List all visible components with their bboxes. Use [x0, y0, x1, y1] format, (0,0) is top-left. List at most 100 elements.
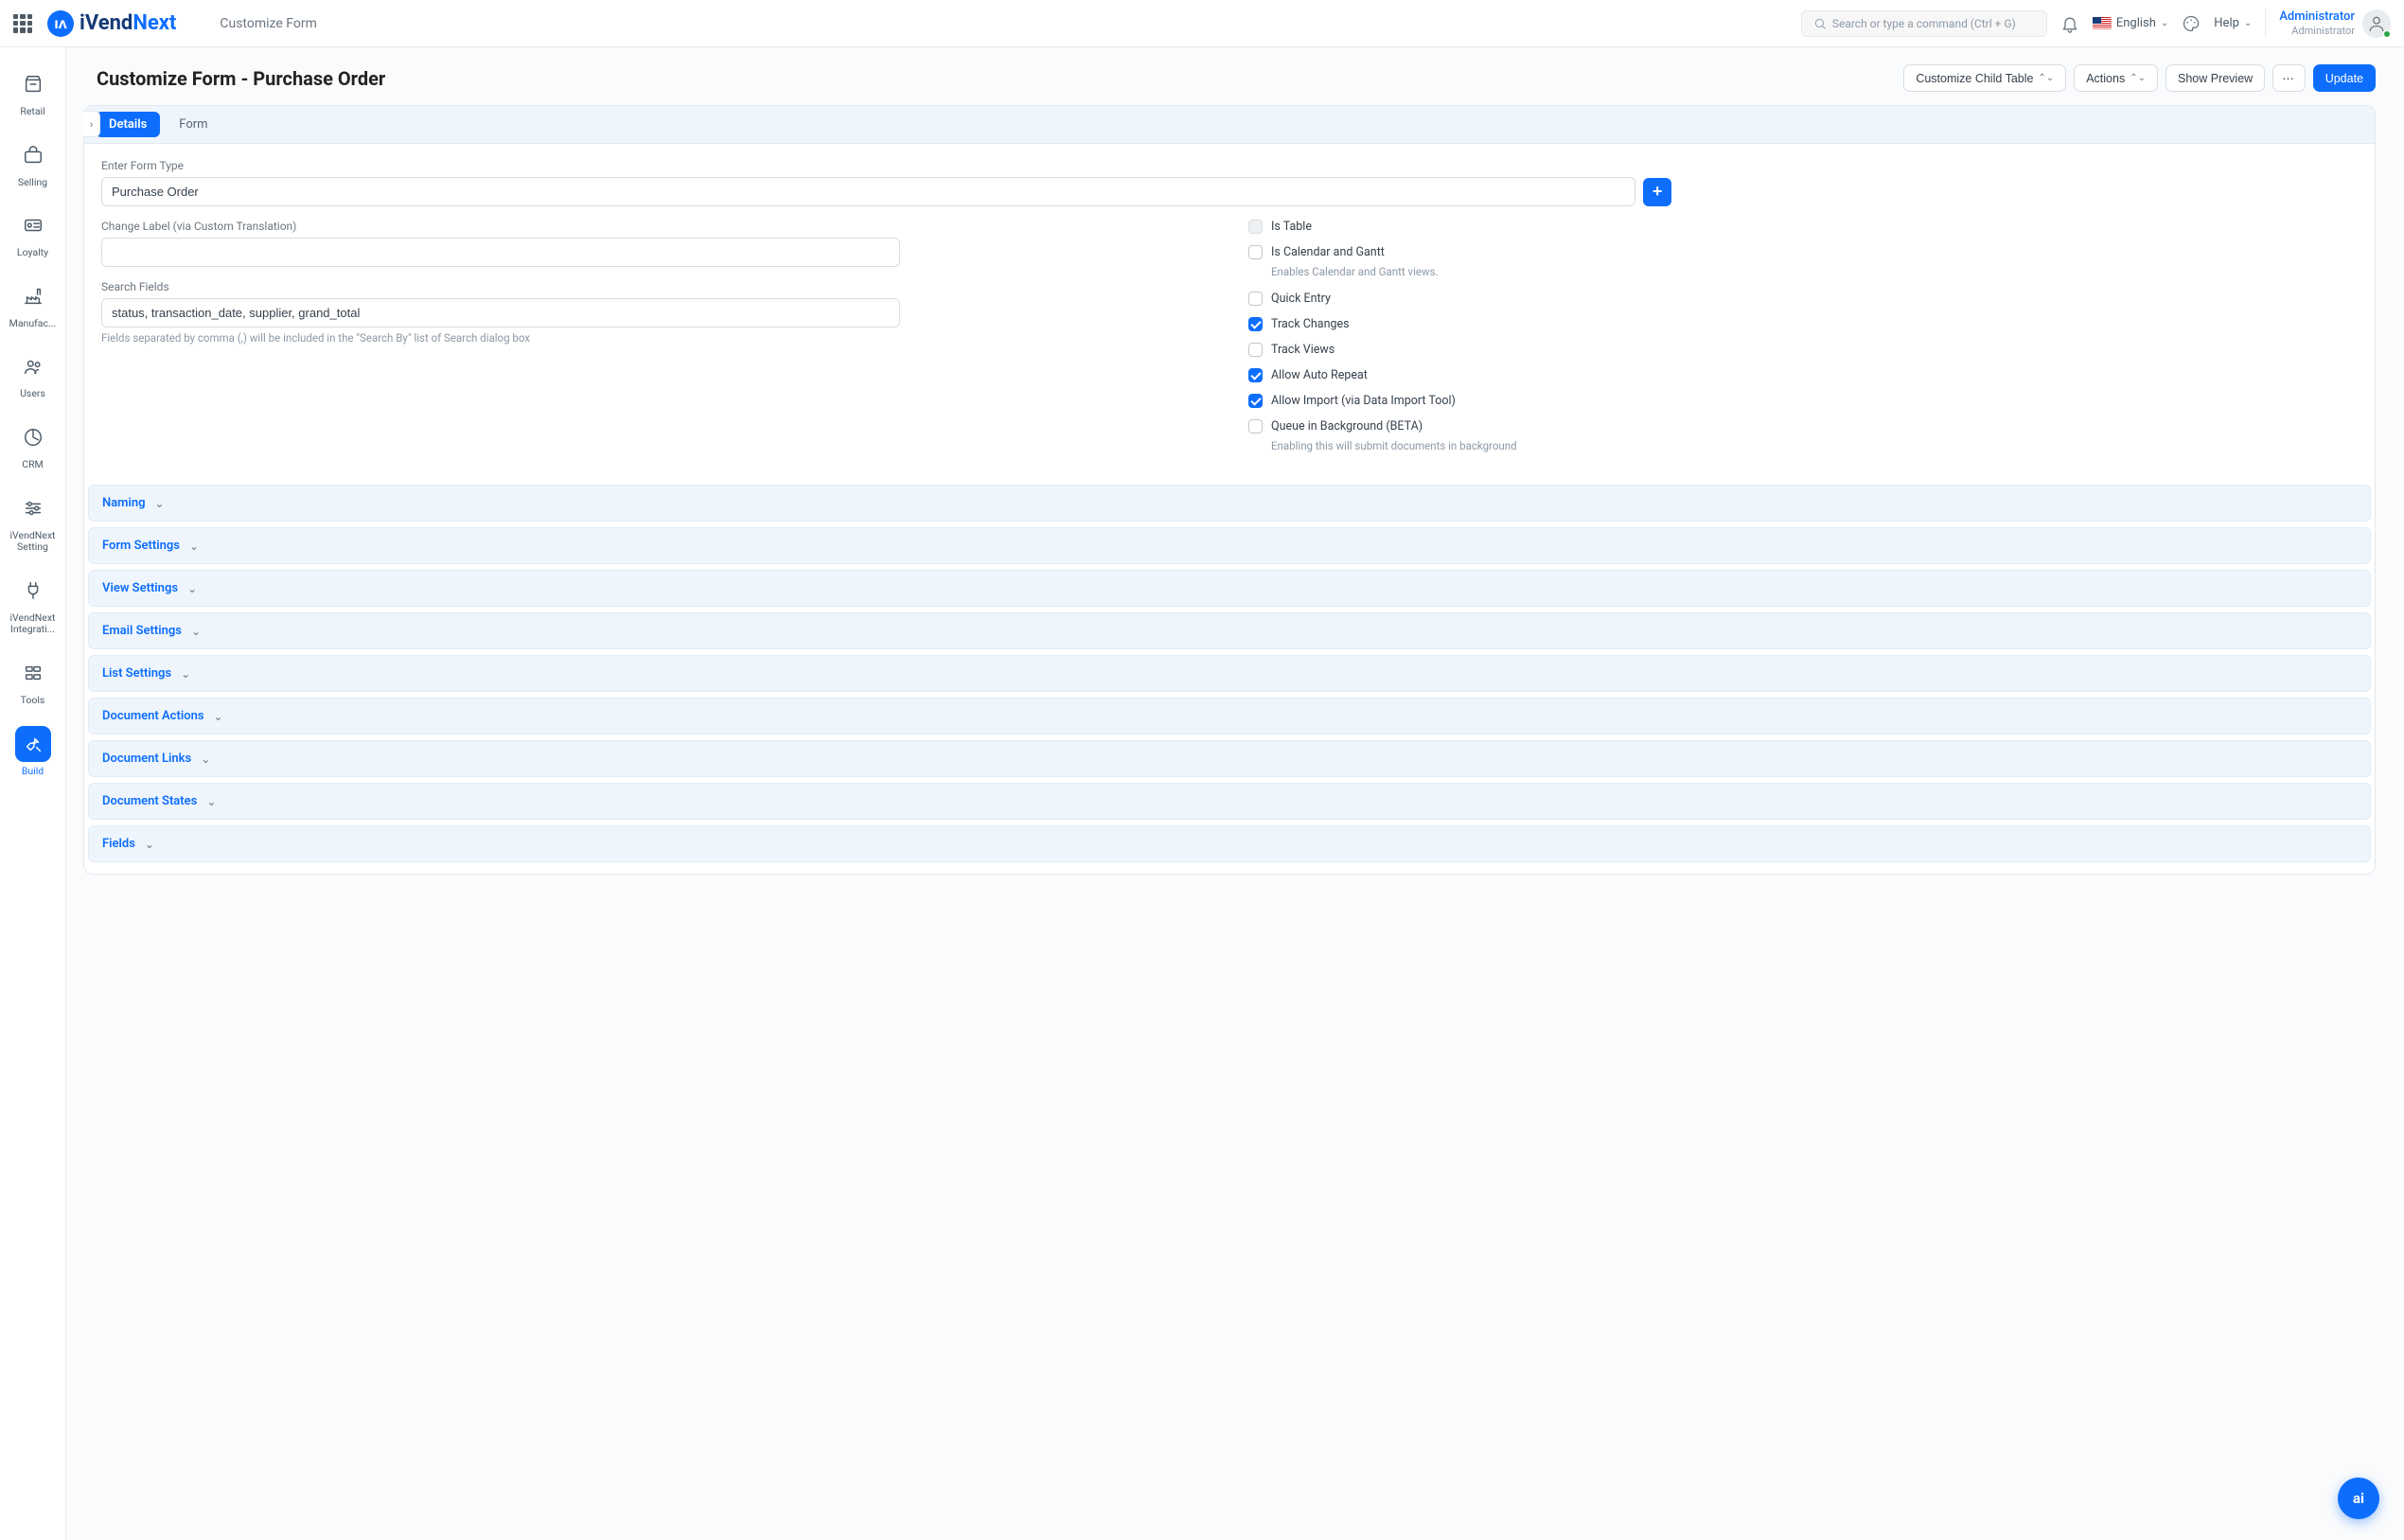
sidebar-item-label: CRM — [22, 459, 43, 471]
field-search-fields: Search Fields Fields separated by comma … — [101, 280, 1211, 345]
sidebar-item-retail[interactable]: Retail — [0, 57, 65, 128]
change-label-input[interactable] — [101, 238, 900, 267]
user-menu[interactable]: Administrator Administrator — [2265, 9, 2391, 38]
check-quick-entry[interactable]: Quick Entry — [1248, 292, 2358, 306]
topbar: ıʌ iVendNext Customize Form Search or ty… — [0, 0, 2404, 47]
brand-prefix: iVend — [80, 11, 133, 35]
sidebar-item-manufacturing[interactable]: Manufac... — [0, 269, 65, 340]
brand-logo[interactable]: ıʌ iVendNext — [47, 10, 176, 37]
sidebar-item-label: Selling — [18, 177, 47, 189]
user-role: Administrator — [2279, 25, 2355, 37]
language-switcher[interactable]: English ⌄ — [2093, 16, 2168, 30]
sidebar-item-tools[interactable]: Tools — [0, 646, 65, 717]
page-title: Customize Form - Purchase Order — [97, 67, 385, 90]
collapsible-sections: Naming ⌄ Form Settings ⌄ View Settings ⌄… — [84, 485, 2375, 874]
sidebar-item-label: Manufac... — [9, 318, 57, 330]
sidebar-item-selling[interactable]: Selling — [0, 128, 65, 199]
notifications-icon[interactable] — [2060, 14, 2079, 33]
sidebar-item-label: iVendNext Integrati... — [2, 612, 63, 636]
checkbox-is-table — [1248, 220, 1263, 234]
section-email-settings[interactable]: Email Settings ⌄ — [88, 612, 2371, 649]
section-document-links[interactable]: Document Links ⌄ — [88, 740, 2371, 777]
tab-form[interactable]: Form — [166, 112, 221, 137]
form-type-label: Enter Form Type — [101, 159, 2358, 172]
checkbox-allow-auto-repeat[interactable] — [1248, 368, 1263, 382]
page-actions: Customize Child Table ⌃⌄ Actions ⌃⌄ Show… — [1903, 64, 2376, 92]
breadcrumb[interactable]: Customize Form — [220, 16, 317, 31]
add-form-type-button[interactable]: + — [1643, 178, 1671, 206]
sidebar-item-label: Build — [22, 766, 44, 778]
section-title: Fields — [102, 837, 135, 851]
check-label: Allow Import (via Data Import Tool) — [1271, 394, 1456, 408]
presence-dot-icon — [2383, 30, 2391, 38]
ai-assistant-fab[interactable]: ai — [2338, 1478, 2379, 1519]
sidebar-item-loyalty[interactable]: Loyalty — [0, 198, 65, 269]
sidebar-item-ivendnext-integrations[interactable]: iVendNext Integrati... — [0, 563, 65, 646]
section-document-states[interactable]: Document States ⌄ — [88, 783, 2371, 820]
change-label-label: Change Label (via Custom Translation) — [101, 220, 1211, 233]
chevron-down-icon: ⌄ — [206, 795, 216, 808]
section-view-settings[interactable]: View Settings ⌄ — [88, 570, 2371, 607]
global-search[interactable]: Search or type a command (Ctrl + G) — [1801, 10, 2047, 37]
check-is-calendar[interactable]: Is Calendar and Gantt — [1248, 245, 2358, 259]
users-icon — [15, 348, 51, 384]
manufacturing-icon — [15, 278, 51, 314]
customize-child-table-button[interactable]: Customize Child Table ⌃⌄ — [1903, 64, 2066, 92]
check-is-table: Is Table — [1248, 220, 2358, 234]
avatar — [2362, 9, 2391, 38]
language-label: English — [2116, 16, 2156, 30]
check-allow-import[interactable]: Allow Import (via Data Import Tool) — [1248, 394, 2358, 408]
chevron-down-icon: ⌄ — [201, 752, 210, 766]
check-queue-bg[interactable]: Queue in Background (BETA) — [1248, 419, 2358, 434]
expand-handle[interactable]: › — [83, 111, 100, 137]
chevron-down-icon: ⌄ — [187, 582, 197, 595]
help-label: Help — [2214, 16, 2239, 30]
checkbox-quick-entry[interactable] — [1248, 292, 1263, 306]
section-title: View Settings — [102, 581, 178, 595]
sidebar-item-crm[interactable]: CRM — [0, 410, 65, 481]
retail-icon — [15, 66, 51, 102]
section-title: Document Links — [102, 752, 191, 766]
plug-icon — [15, 573, 51, 609]
section-list-settings[interactable]: List Settings ⌄ — [88, 655, 2371, 692]
user-text: Administrator Administrator — [2279, 9, 2355, 37]
section-fields[interactable]: Fields ⌄ — [88, 825, 2371, 862]
tools-icon — [15, 655, 51, 691]
crm-icon — [15, 419, 51, 455]
check-allow-auto-repeat[interactable]: Allow Auto Repeat — [1248, 368, 2358, 382]
fab-label: ai — [2353, 1490, 2364, 1507]
queue-bg-help: Enabling this will submit documents in b… — [1271, 439, 2358, 452]
sidebar-item-label: Users — [20, 388, 45, 400]
chevron-down-icon: ⌄ — [155, 497, 165, 510]
actions-button[interactable]: Actions ⌃⌄ — [2074, 64, 2158, 92]
checkbox-track-changes[interactable] — [1248, 317, 1263, 331]
help-menu[interactable]: Help ⌄ — [2214, 16, 2252, 30]
form-type-input[interactable] — [101, 177, 1635, 206]
checkbox-is-calendar[interactable] — [1248, 245, 1263, 259]
checkbox-allow-import[interactable] — [1248, 394, 1263, 408]
checkbox-queue-bg[interactable] — [1248, 419, 1263, 434]
sidebar-item-ivendnext-setting[interactable]: iVendNext Setting — [0, 481, 65, 563]
search-fields-input[interactable] — [101, 298, 900, 327]
tab-details[interactable]: Details — [96, 112, 160, 137]
sidebar-item-users[interactable]: Users — [0, 339, 65, 410]
show-preview-button[interactable]: Show Preview — [2165, 64, 2265, 92]
theme-icon[interactable] — [2182, 14, 2201, 33]
flag-us-icon — [2093, 17, 2112, 30]
check-track-changes[interactable]: Track Changes — [1248, 317, 2358, 331]
search-fields-help: Fields separated by comma (,) will be in… — [101, 331, 1211, 345]
check-track-views[interactable]: Track Views — [1248, 343, 2358, 357]
section-form-settings[interactable]: Form Settings ⌄ — [88, 527, 2371, 564]
section-title: Form Settings — [102, 539, 180, 553]
apps-grid-icon[interactable] — [13, 14, 32, 33]
chevron-down-icon: ⌄ — [145, 838, 154, 851]
section-document-actions[interactable]: Document Actions ⌄ — [88, 698, 2371, 735]
section-naming[interactable]: Naming ⌄ — [88, 485, 2371, 522]
checkbox-track-views[interactable] — [1248, 343, 1263, 357]
tabs-bar: Details Form — [84, 106, 2375, 144]
update-button[interactable]: Update — [2313, 64, 2376, 92]
sidebar-item-build[interactable]: Build — [0, 717, 65, 788]
main-content: Customize Form - Purchase Order Customiz… — [66, 47, 2404, 1540]
section-title: Naming — [102, 496, 146, 510]
more-menu-button[interactable]: ⋯ — [2272, 64, 2306, 92]
